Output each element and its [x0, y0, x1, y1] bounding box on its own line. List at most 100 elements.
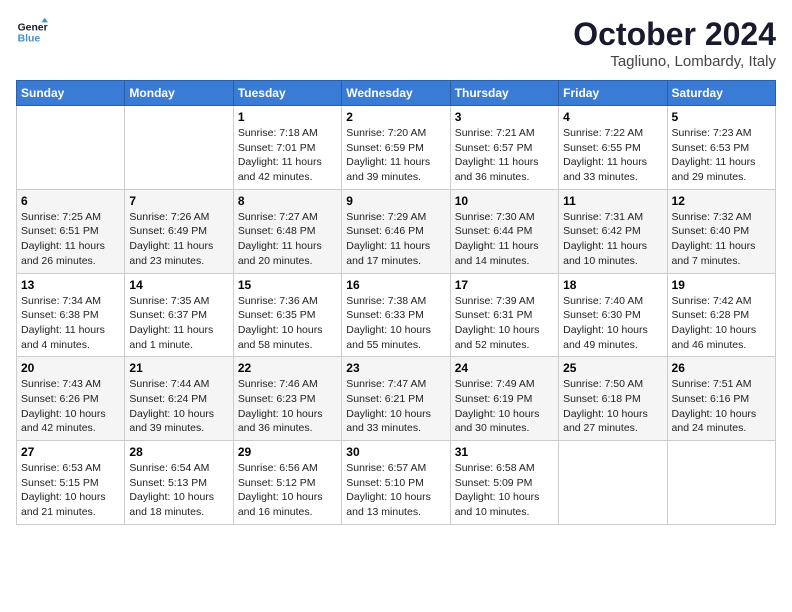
day-number: 20 — [21, 361, 120, 375]
calendar-cell: 15 Sunrise: 7:36 AM Sunset: 6:35 PM Dayli… — [233, 273, 341, 357]
calendar-cell: 21Sunrise: 7:44 AM Sunset: 6:24 PM Dayli… — [125, 357, 233, 441]
calendar-cell: 18 Sunrise: 7:40 AM Sunset: 6:30 PM Dayli… — [559, 273, 667, 357]
day-number: 3 — [455, 110, 554, 124]
day-info: Sunrise: 7:50 AM Sunset: 6:18 PM Dayligh… — [563, 377, 662, 436]
calendar-cell — [17, 106, 125, 190]
calendar-cell: 17Sunrise: 7:39 AM Sunset: 6:31 PM Dayli… — [450, 273, 558, 357]
day-info: Sunrise: 7:35 AM Sunset: 6:37 PM Dayligh… — [129, 294, 228, 353]
day-info: Sunrise: 7:34 AM Sunset: 6:38 PM Dayligh… — [21, 294, 120, 353]
calendar-week-2: 13 Sunrise: 7:34 AM Sunset: 6:38 PM Dayli… — [17, 273, 776, 357]
weekday-saturday: Saturday — [667, 81, 775, 106]
weekday-sunday: Sunday — [17, 81, 125, 106]
calendar-cell: 14 Sunrise: 7:35 AM Sunset: 6:37 PM Dayli… — [125, 273, 233, 357]
calendar-cell: 25 Sunrise: 7:50 AM Sunset: 6:18 PM Dayli… — [559, 357, 667, 441]
day-number: 21 — [129, 361, 228, 375]
day-info: Sunrise: 7:32 AM Sunset: 6:40 PM Dayligh… — [672, 210, 771, 269]
calendar-week-1: 6 Sunrise: 7:25 AM Sunset: 6:51 PM Daylig… — [17, 189, 776, 273]
day-number: 13 — [21, 278, 120, 292]
calendar-table: SundayMondayTuesdayWednesdayThursdayFrid… — [16, 80, 776, 525]
calendar-cell: 6 Sunrise: 7:25 AM Sunset: 6:51 PM Daylig… — [17, 189, 125, 273]
day-number: 19 — [672, 278, 771, 292]
day-number: 10 — [455, 194, 554, 208]
svg-text:Blue: Blue — [18, 34, 41, 45]
svg-text:General: General — [18, 22, 48, 33]
calendar-cell: 28Sunrise: 6:54 AM Sunset: 5:13 PM Dayli… — [125, 441, 233, 525]
day-number: 6 — [21, 194, 120, 208]
day-info: Sunrise: 7:46 AM Sunset: 6:23 PM Dayligh… — [238, 377, 337, 436]
day-info: Sunrise: 6:53 AM Sunset: 5:15 PM Dayligh… — [21, 461, 120, 520]
day-info: Sunrise: 7:22 AM Sunset: 6:55 PM Dayligh… — [563, 126, 662, 185]
calendar-cell: 19Sunrise: 7:42 AM Sunset: 6:28 PM Dayli… — [667, 273, 775, 357]
day-number: 18 — [563, 278, 662, 292]
calendar-cell: 7 Sunrise: 7:26 AM Sunset: 6:49 PM Daylig… — [125, 189, 233, 273]
weekday-wednesday: Wednesday — [342, 81, 450, 106]
calendar-cell — [559, 441, 667, 525]
day-info: Sunrise: 7:43 AM Sunset: 6:26 PM Dayligh… — [21, 377, 120, 436]
day-number: 4 — [563, 110, 662, 124]
calendar-cell: 20 Sunrise: 7:43 AM Sunset: 6:26 PM Dayli… — [17, 357, 125, 441]
day-number: 30 — [346, 445, 445, 459]
day-number: 26 — [672, 361, 771, 375]
calendar-cell: 27 Sunrise: 6:53 AM Sunset: 5:15 PM Dayli… — [17, 441, 125, 525]
day-number: 24 — [455, 361, 554, 375]
calendar-cell: 3 Sunrise: 7:21 AM Sunset: 6:57 PM Daylig… — [450, 106, 558, 190]
day-number: 11 — [563, 194, 662, 208]
title-block: October 2024 Tagliuno, Lombardy, Italy — [573, 16, 776, 70]
calendar-cell: 13 Sunrise: 7:34 AM Sunset: 6:38 PM Dayli… — [17, 273, 125, 357]
day-info: Sunrise: 7:30 AM Sunset: 6:44 PM Dayligh… — [455, 210, 554, 269]
day-number: 31 — [455, 445, 554, 459]
weekday-friday: Friday — [559, 81, 667, 106]
day-info: Sunrise: 7:49 AM Sunset: 6:19 PM Dayligh… — [455, 377, 554, 436]
page-header: General Blue October 2024 Tagliuno, Lomb… — [16, 16, 776, 70]
day-number: 25 — [563, 361, 662, 375]
day-info: Sunrise: 7:20 AM Sunset: 6:59 PM Dayligh… — [346, 126, 445, 185]
weekday-header-row: SundayMondayTuesdayWednesdayThursdayFrid… — [17, 81, 776, 106]
day-number: 15 — [238, 278, 337, 292]
day-number: 8 — [238, 194, 337, 208]
calendar-cell: 11Sunrise: 7:31 AM Sunset: 6:42 PM Dayli… — [559, 189, 667, 273]
calendar-cell — [667, 441, 775, 525]
calendar-cell: 24 Sunrise: 7:49 AM Sunset: 6:19 PM Dayli… — [450, 357, 558, 441]
day-info: Sunrise: 7:38 AM Sunset: 6:33 PM Dayligh… — [346, 294, 445, 353]
day-info: Sunrise: 7:25 AM Sunset: 6:51 PM Dayligh… — [21, 210, 120, 269]
calendar-cell: 9Sunrise: 7:29 AM Sunset: 6:46 PM Daylig… — [342, 189, 450, 273]
calendar-cell: 31 Sunrise: 6:58 AM Sunset: 5:09 PM Dayli… — [450, 441, 558, 525]
day-number: 2 — [346, 110, 445, 124]
day-number: 27 — [21, 445, 120, 459]
day-info: Sunrise: 7:21 AM Sunset: 6:57 PM Dayligh… — [455, 126, 554, 185]
calendar-body: 1 Sunrise: 7:18 AM Sunset: 7:01 PM Daylig… — [17, 106, 776, 525]
day-number: 16 — [346, 278, 445, 292]
calendar-week-4: 27 Sunrise: 6:53 AM Sunset: 5:15 PM Dayli… — [17, 441, 776, 525]
day-info: Sunrise: 7:27 AM Sunset: 6:48 PM Dayligh… — [238, 210, 337, 269]
day-info: Sunrise: 7:29 AM Sunset: 6:46 PM Dayligh… — [346, 210, 445, 269]
day-number: 22 — [238, 361, 337, 375]
day-number: 5 — [672, 110, 771, 124]
day-number: 1 — [238, 110, 337, 124]
day-info: Sunrise: 6:57 AM Sunset: 5:10 PM Dayligh… — [346, 461, 445, 520]
calendar-cell — [125, 106, 233, 190]
calendar-cell: 1 Sunrise: 7:18 AM Sunset: 7:01 PM Daylig… — [233, 106, 341, 190]
day-info: Sunrise: 7:36 AM Sunset: 6:35 PM Dayligh… — [238, 294, 337, 353]
day-info: Sunrise: 7:47 AM Sunset: 6:21 PM Dayligh… — [346, 377, 445, 436]
calendar-cell: 29 Sunrise: 6:56 AM Sunset: 5:12 PM Dayli… — [233, 441, 341, 525]
day-info: Sunrise: 7:18 AM Sunset: 7:01 PM Dayligh… — [238, 126, 337, 185]
day-info: Sunrise: 7:40 AM Sunset: 6:30 PM Dayligh… — [563, 294, 662, 353]
day-number: 7 — [129, 194, 228, 208]
day-number: 29 — [238, 445, 337, 459]
calendar-week-0: 1 Sunrise: 7:18 AM Sunset: 7:01 PM Daylig… — [17, 106, 776, 190]
calendar-cell: 26Sunrise: 7:51 AM Sunset: 6:16 PM Dayli… — [667, 357, 775, 441]
day-info: Sunrise: 7:26 AM Sunset: 6:49 PM Dayligh… — [129, 210, 228, 269]
day-info: Sunrise: 6:58 AM Sunset: 5:09 PM Dayligh… — [455, 461, 554, 520]
calendar-cell: 22 Sunrise: 7:46 AM Sunset: 6:23 PM Dayli… — [233, 357, 341, 441]
calendar-cell: 23Sunrise: 7:47 AM Sunset: 6:21 PM Dayli… — [342, 357, 450, 441]
day-number: 28 — [129, 445, 228, 459]
calendar-cell: 10 Sunrise: 7:30 AM Sunset: 6:44 PM Dayli… — [450, 189, 558, 273]
calendar-cell: 16 Sunrise: 7:38 AM Sunset: 6:33 PM Dayli… — [342, 273, 450, 357]
weekday-tuesday: Tuesday — [233, 81, 341, 106]
calendar-cell: 30 Sunrise: 6:57 AM Sunset: 5:10 PM Dayli… — [342, 441, 450, 525]
logo: General Blue — [16, 16, 48, 48]
day-info: Sunrise: 7:23 AM Sunset: 6:53 PM Dayligh… — [672, 126, 771, 185]
day-info: Sunrise: 6:56 AM Sunset: 5:12 PM Dayligh… — [238, 461, 337, 520]
calendar-week-3: 20 Sunrise: 7:43 AM Sunset: 6:26 PM Dayli… — [17, 357, 776, 441]
day-number: 14 — [129, 278, 228, 292]
